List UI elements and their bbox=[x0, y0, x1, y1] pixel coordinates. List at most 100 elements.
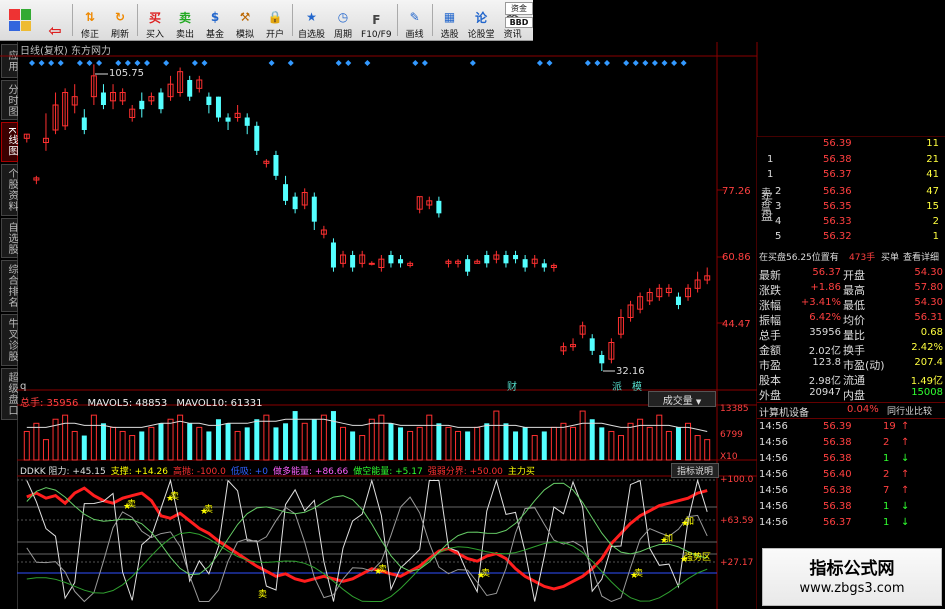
event-marker-pai[interactable]: 派 bbox=[612, 378, 622, 393]
event-diamond-icon bbox=[536, 60, 543, 66]
volume-bar bbox=[283, 423, 289, 460]
candle-body bbox=[206, 96, 212, 105]
tick-row: 14:56 56.39 19 ↑ bbox=[757, 420, 945, 435]
ask-row[interactable]: 1 56.38 21 bbox=[757, 153, 945, 168]
quote-value: 6.42% bbox=[809, 312, 841, 323]
bid-row[interactable]: 3 56.35 15 bbox=[757, 200, 945, 215]
quote-row: 总手 35956 量比 0.68 bbox=[757, 326, 945, 342]
volume-bar bbox=[81, 435, 87, 460]
up-arrow-icon: ↑ bbox=[901, 421, 910, 432]
volume-bar bbox=[704, 439, 711, 461]
bid-row[interactable]: 5 56.32 1 bbox=[757, 230, 945, 245]
industry-compare-link[interactable]: 同行业比较 bbox=[887, 404, 932, 417]
ask-top-row[interactable]: 56.39 11 bbox=[757, 137, 945, 152]
candle-body bbox=[215, 96, 221, 118]
event-diamond-icon bbox=[96, 60, 103, 66]
volume-bar bbox=[531, 435, 538, 461]
down-arrow-icon: ↓ bbox=[901, 453, 910, 464]
volume-tick-3: X10 bbox=[720, 452, 738, 462]
volume-bar bbox=[33, 422, 40, 461]
volume-bar bbox=[407, 430, 414, 461]
volume-bar bbox=[608, 430, 615, 461]
event-diamond-icon bbox=[115, 60, 122, 66]
event-marker-mo[interactable]: 模 bbox=[632, 378, 642, 393]
volume-bar bbox=[42, 439, 49, 461]
tick-price: 56.37 bbox=[823, 517, 852, 528]
volume-bar bbox=[100, 423, 106, 460]
tick-row: 14:56 56.40 2 ↑ bbox=[757, 468, 945, 483]
volume-ma5: MAVOL5: 48853 bbox=[87, 398, 168, 409]
signal-sell-5: 卖 bbox=[481, 569, 491, 579]
candle-body bbox=[398, 259, 404, 264]
event-diamond-icon bbox=[57, 60, 64, 66]
volume-legend: 总手: 35956 MAVOL5: 48853 MAVOL10: 61331 bbox=[20, 394, 262, 409]
tick-price: 56.38 bbox=[823, 501, 852, 512]
event-diamond-icon bbox=[124, 60, 131, 66]
position-detail-link[interactable]: 查看详细 bbox=[903, 250, 939, 263]
signal-strong-zone: 强势区 bbox=[684, 553, 712, 563]
position-action: 买单 bbox=[881, 253, 900, 263]
bid-row[interactable]: 4 56.33 2 bbox=[757, 215, 945, 230]
volume-bar bbox=[550, 426, 557, 461]
volume-bar bbox=[685, 422, 692, 461]
candle-body bbox=[522, 259, 528, 268]
position-text: 在买盘56.25位置有 bbox=[759, 253, 839, 263]
quote-value: 54.30 bbox=[914, 267, 943, 278]
tick-vol: 2 bbox=[883, 437, 890, 448]
volume-bar bbox=[148, 426, 155, 461]
tick-time: 14:56 bbox=[759, 421, 788, 432]
bid-vol: 15 bbox=[926, 201, 939, 212]
industry-row[interactable]: 计算机设备 0.04% 同行业比较 bbox=[757, 402, 945, 419]
tick-vol: 1 bbox=[883, 453, 890, 464]
quote-value: 2.42% bbox=[911, 342, 943, 353]
quote-value: 207.4 bbox=[914, 357, 943, 368]
candle-body bbox=[254, 125, 260, 151]
ask-level: 1 bbox=[767, 154, 774, 165]
event-marker-cai[interactable]: 财 bbox=[507, 378, 517, 393]
candle-body bbox=[675, 296, 681, 305]
position-row[interactable]: 在买盘56.25位置有 473手 买单 查看详细 bbox=[757, 249, 945, 264]
volume-bar bbox=[244, 427, 250, 460]
volume-bar bbox=[484, 423, 490, 460]
event-diamond-icon bbox=[48, 60, 55, 66]
dokk-legend-item: 主力买 bbox=[507, 467, 535, 477]
dokk-legend-item: 低吸: +0 bbox=[230, 467, 269, 477]
event-diamond-icon bbox=[287, 60, 294, 66]
event-diamond-icon bbox=[163, 60, 170, 66]
volume-bar bbox=[129, 435, 136, 461]
tick-vol: 1 bbox=[883, 517, 890, 528]
dokk-legend-item: 做空能量: +5.17 bbox=[353, 467, 423, 477]
ask-row[interactable]: 1 56.37 41 bbox=[757, 168, 945, 183]
volume-bar bbox=[398, 427, 404, 460]
volume-bar bbox=[665, 430, 672, 461]
tick-row: 14:56 56.38 7 ↑ bbox=[757, 484, 945, 499]
volume-bar bbox=[416, 426, 423, 461]
volume-bar bbox=[292, 411, 298, 460]
volume-tab[interactable]: 成交量 ▼ bbox=[648, 391, 716, 407]
dropdown-icon: ▼ bbox=[695, 398, 702, 406]
tick-price: 56.39 bbox=[823, 421, 852, 432]
bid-price: 56.35 bbox=[823, 201, 852, 212]
volume-bar bbox=[263, 414, 270, 461]
tick-time: 14:56 bbox=[759, 517, 788, 528]
tick-price: 56.40 bbox=[823, 469, 852, 480]
quote-value: 0.68 bbox=[920, 327, 943, 338]
quote-row: 外盘 20947 内盘 15008 bbox=[757, 386, 945, 402]
bid-vol: 2 bbox=[932, 216, 939, 227]
ask-level: 1 bbox=[767, 169, 774, 180]
watermark-url: www.zbgs3.com bbox=[799, 581, 905, 596]
event-diamond-icon bbox=[546, 60, 553, 66]
candle-body bbox=[273, 155, 279, 176]
quote-value: +3.41% bbox=[800, 297, 841, 308]
volume-total: 总手: 35956 bbox=[20, 398, 79, 409]
up-arrow-icon: ↑ bbox=[901, 485, 910, 496]
volume-bar bbox=[301, 422, 308, 461]
event-diamond-icon bbox=[594, 60, 601, 66]
tick-vol: 19 bbox=[883, 421, 896, 432]
bid-row[interactable]: 2 56.36 47 bbox=[757, 185, 945, 200]
indicator-help-button[interactable]: 指标说明 bbox=[671, 463, 719, 478]
bid-price: 56.36 bbox=[823, 186, 852, 197]
bid-level: 2 bbox=[775, 186, 782, 197]
volume-bar bbox=[320, 414, 327, 461]
event-diamond-icon bbox=[584, 60, 591, 66]
